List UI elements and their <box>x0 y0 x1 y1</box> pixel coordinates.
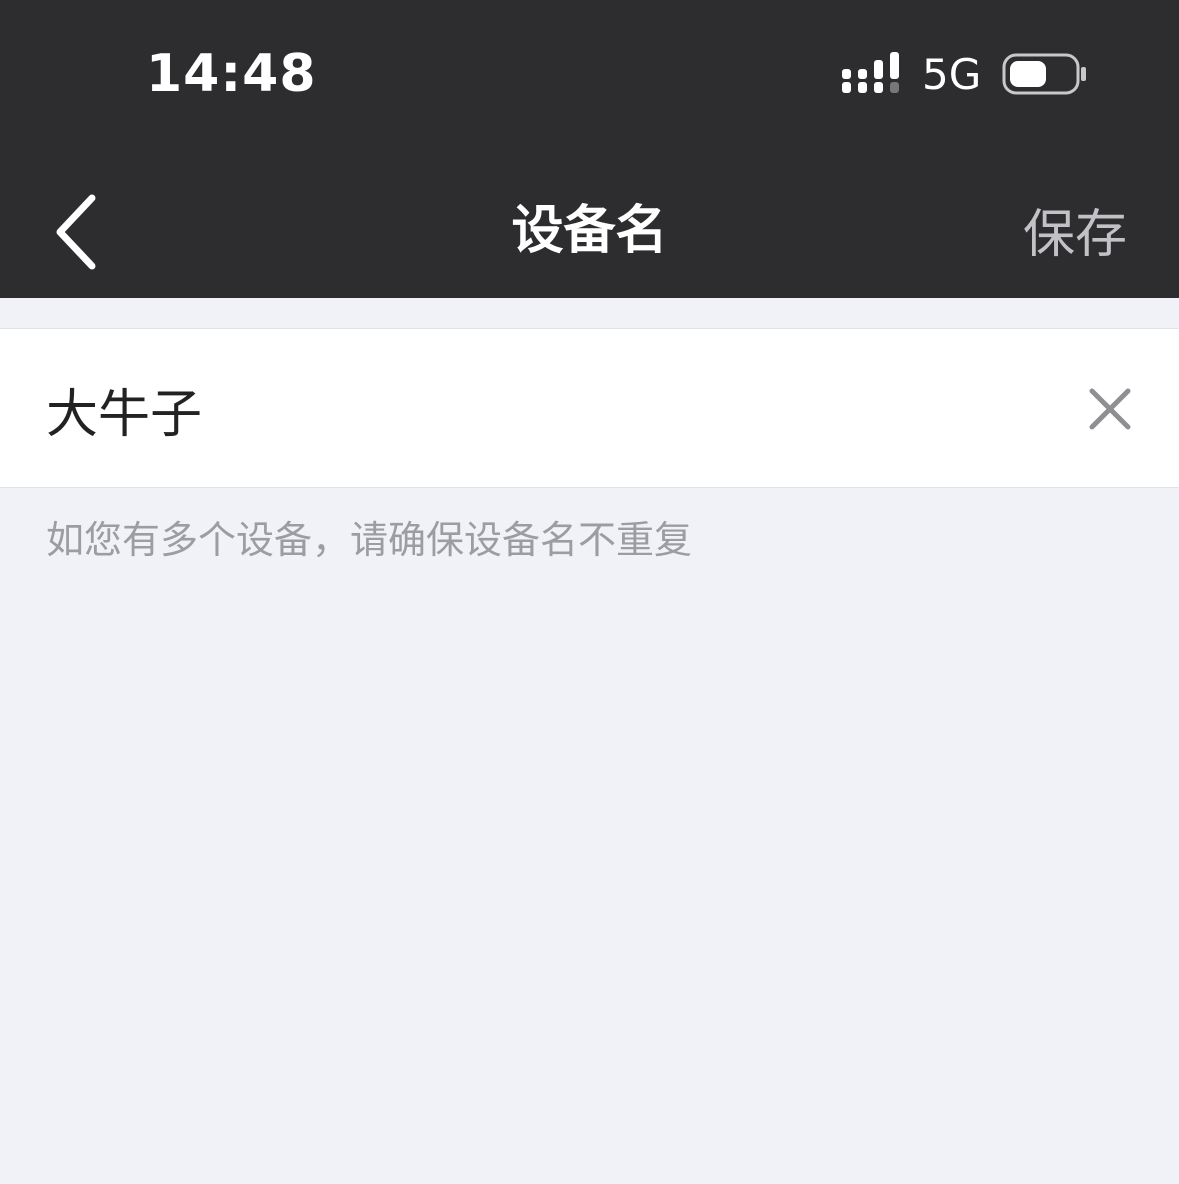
device-name-row <box>0 328 1179 488</box>
page-title: 设备名 <box>511 201 668 261</box>
hint-text: 如您有多个设备，请确保设备名不重复 <box>46 518 693 562</box>
back-button[interactable] <box>40 190 110 270</box>
signal-bars-icon <box>842 52 899 93</box>
device-name-input[interactable] <box>46 371 1046 447</box>
status-bar: 14:48 5G <box>0 0 1179 150</box>
save-button[interactable]: 保存 <box>1023 202 1127 268</box>
network-type: 5G <box>922 50 982 99</box>
clear-input-button[interactable] <box>1082 381 1138 437</box>
device-name-screen: 14:48 5G 设备名 保存 大牛子 如您有多个设备，请确保设备名不重复 <box>0 0 1179 1184</box>
battery-icon <box>1002 53 1086 95</box>
status-time: 14:48 <box>146 44 317 104</box>
close-icon <box>1089 388 1131 430</box>
chevron-left-icon <box>56 194 96 270</box>
navigation-bar: 设备名 保存 <box>0 150 1179 298</box>
